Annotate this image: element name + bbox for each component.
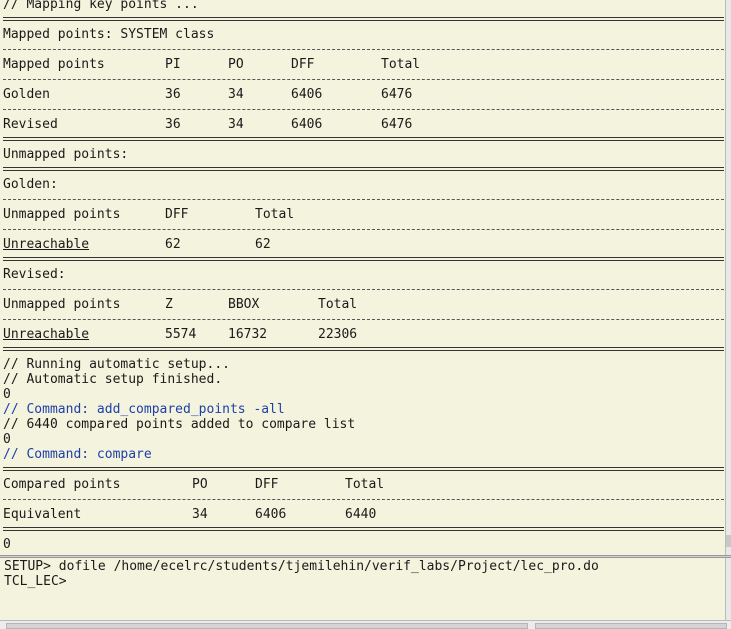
command-compare: // Command: compare (3, 447, 152, 462)
cell-dff: 6406 (291, 87, 323, 102)
separator-single (3, 282, 724, 297)
scrollbar-thumb[interactable] (726, 535, 731, 547)
cell-total: 62 (255, 237, 271, 252)
col-header-unmapped-points: Unmapped points (3, 297, 121, 312)
col-header-dff: DFF (165, 207, 189, 222)
cell-dff: 62 (165, 237, 181, 252)
revised-unmapped-header: Unmapped points Z BBOX Total (3, 297, 724, 312)
mapped-table-header: Mapped points PI PO DFF Total (3, 57, 724, 72)
mapped-row-revised: Revised 36 34 6406 6476 (3, 117, 724, 132)
separator-single (3, 312, 724, 327)
cell-po: 34 (228, 117, 244, 132)
mapped-title: Mapped points: SYSTEM class (3, 27, 215, 42)
separator-single (3, 102, 724, 117)
mapping-header: // Mapping key points ... (3, 0, 199, 12)
col-header-pi: PI (165, 57, 181, 72)
cell-label: Golden (3, 87, 50, 102)
console-prompt[interactable]: TCL_LEC> (4, 574, 599, 589)
separator-double (3, 462, 724, 477)
cell-po: 34 (228, 87, 244, 102)
setup-line: // Running automatic setup... (3, 357, 230, 372)
col-header-mapped-points: Mapped points (3, 57, 105, 72)
col-header-dff: DFF (291, 57, 315, 72)
command-add-compared-points: // Command: add_compared_points -all (3, 402, 285, 417)
scrollbar-thumb[interactable] (6, 623, 528, 629)
revised-label: Revised: (3, 267, 66, 282)
unmapped-title: Unmapped points: (3, 147, 129, 162)
return-value: 0 (3, 387, 11, 402)
separator-double (3, 162, 724, 177)
setup-line: // Automatic setup finished. (3, 372, 223, 387)
cell-label: Revised (3, 117, 58, 132)
cell-total: 6476 (381, 87, 413, 102)
separator-single (3, 492, 724, 507)
horizontal-scrollbar[interactable] (0, 620, 731, 629)
col-header-total: Total (381, 57, 421, 72)
transcript-vertical-scrollbar[interactable] (725, 0, 731, 555)
col-header-bbox: BBOX (228, 297, 260, 312)
separator-double (3, 522, 724, 537)
console-input-pane[interactable]: SETUP> dofile /home/ecelrc/students/tjem… (0, 558, 725, 620)
separator-double (3, 132, 724, 147)
separator-single (3, 42, 724, 57)
col-header-dff: DFF (255, 477, 279, 492)
transcript-pane[interactable]: // Mapping key points ... Mapped points:… (0, 0, 725, 555)
cell-bbox: 16732 (228, 327, 268, 342)
col-header-total: Total (318, 297, 358, 312)
cell-total: 6440 (345, 507, 377, 522)
cell-total: 6476 (381, 117, 413, 132)
unreachable-link[interactable]: Unreachable (3, 237, 89, 252)
console-content: SETUP> dofile /home/ecelrc/students/tjem… (4, 559, 599, 589)
separator-double (3, 12, 724, 27)
col-header-total: Total (345, 477, 385, 492)
mapped-row-golden: Golden 36 34 6406 6476 (3, 87, 724, 102)
separator-single (3, 222, 724, 237)
add-result-line: // 6440 compared points added to compare… (3, 417, 356, 432)
compared-table-header: Compared points PO DFF Total (3, 477, 724, 492)
transcript-content: // Mapping key points ... Mapped points:… (3, 0, 724, 552)
col-header-po: PO (192, 477, 208, 492)
unreachable-link[interactable]: Unreachable (3, 327, 89, 342)
col-header-compared-points: Compared points (3, 477, 121, 492)
return-value: 0 (3, 432, 11, 447)
separator-single (3, 72, 724, 87)
golden-unmapped-header: Unmapped points DFF Total (3, 207, 724, 222)
separator-double (3, 252, 724, 267)
cell-dff: 6406 (255, 507, 287, 522)
separator-double (3, 342, 724, 357)
console-command-line: SETUP> dofile /home/ecelrc/students/tjem… (4, 559, 599, 574)
col-header-po: PO (228, 57, 244, 72)
cell-z: 5574 (165, 327, 197, 342)
col-header-z: Z (165, 297, 173, 312)
cell-po: 34 (192, 507, 208, 522)
golden-label: Golden: (3, 177, 58, 192)
return-value: 0 (3, 537, 11, 552)
cell-total: 22306 (318, 327, 358, 342)
cell-pi: 36 (165, 117, 181, 132)
cell-dff: 6406 (291, 117, 323, 132)
cell-pi: 36 (165, 87, 181, 102)
console-vertical-scrollbar[interactable] (725, 558, 731, 620)
compared-row-equivalent: Equivalent 34 6406 6440 (3, 507, 724, 522)
scrollbar-thumb[interactable] (535, 623, 727, 629)
golden-unmapped-row: Unreachable 62 62 (3, 237, 724, 252)
col-header-total: Total (255, 207, 295, 222)
separator-single (3, 192, 724, 207)
revised-unmapped-row: Unreachable 5574 16732 22306 (3, 327, 724, 342)
col-header-unmapped-points: Unmapped points (3, 207, 121, 222)
cell-label: Equivalent (3, 507, 82, 522)
